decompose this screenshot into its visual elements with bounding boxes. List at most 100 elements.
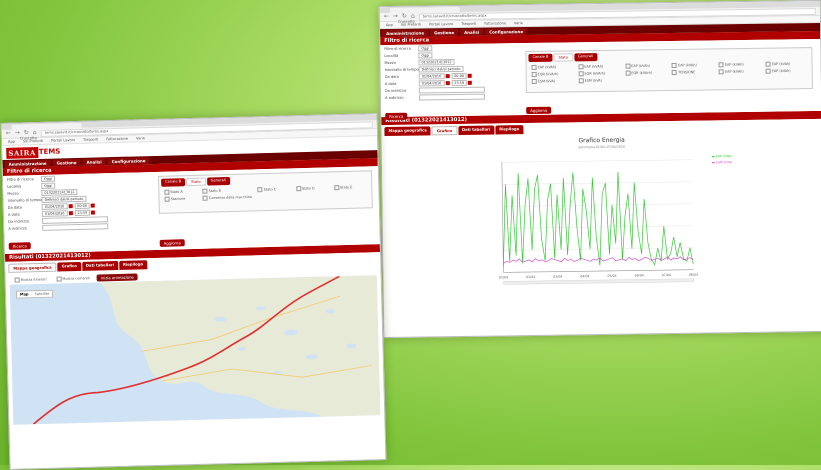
form-field-input[interactable]: 01/04/2016 (418, 72, 445, 80)
bookmark-item[interactable]: Portali Lavoro (51, 138, 75, 143)
channel-checkbox[interactable]: Stato B (203, 187, 252, 193)
form-field-label: Filtro di ricerca (6, 176, 34, 182)
bookmark-item[interactable]: Fatturazione (106, 137, 128, 142)
channel-checkbox[interactable]: Stato C (258, 186, 290, 192)
channel-checkbox[interactable]: Stato D (296, 185, 328, 191)
form-field-input[interactable]: Definisci dal/al periodo (418, 65, 464, 73)
clock-icon[interactable] (467, 73, 473, 78)
panel-tab[interactable]: Canale B (161, 178, 186, 187)
channel-checkbox[interactable]: ESM (kVA) (532, 78, 573, 84)
calendar-icon[interactable] (445, 80, 450, 85)
channel-checkbox[interactable]: Stato A (164, 189, 196, 195)
channel-checkbox[interactable]: EAP (kVAh) (625, 63, 666, 69)
panel-tab[interactable]: Canale B (528, 53, 553, 63)
form-field-label: Località (7, 183, 22, 189)
update-button[interactable]: Aggiorna (159, 239, 185, 247)
chart-area: Grafico Energia Settimana 01/04–07/04/20… (381, 131, 821, 299)
form-field-input[interactable]: Oggi (418, 44, 433, 52)
menu-item-configurazione[interactable]: Configurazione (107, 157, 150, 166)
form-field-input[interactable]: Oggi (41, 182, 56, 189)
result-tab[interactable]: Mappa geografica (384, 126, 431, 137)
search-button[interactable]: Ricerca (385, 112, 408, 121)
result-tab[interactable]: Dati tabellari (81, 260, 119, 271)
menu-item-analisi[interactable]: Analisi (82, 158, 106, 166)
result-tab[interactable]: Grafico (431, 126, 458, 136)
channel-checkbox[interactable]: EAP (kVAh) (719, 62, 760, 68)
panel-tab[interactable]: Generali (206, 177, 230, 186)
channel-checkbox[interactable]: EAP (kVAh) (766, 61, 807, 67)
channel-checkbox[interactable]: EQR (kVArh) (625, 70, 666, 76)
bookmark-item[interactable]: Trasporti (461, 22, 476, 26)
show-commands-checkbox[interactable]: Mostra comandi (56, 275, 89, 281)
channel-checkbox[interactable]: Stato E (334, 184, 366, 190)
form-field-input[interactable]: 01/04/2016 (41, 202, 68, 210)
clock-icon[interactable] (91, 210, 96, 215)
channel-checkbox[interactable]: EQR (kVArh) (578, 71, 619, 77)
form-field-input[interactable]: 01/04/2016 (418, 79, 445, 87)
channel-checkbox[interactable]: EAP (kVAh) (672, 62, 713, 68)
form-field-input[interactable]: Oggi (40, 175, 55, 182)
time-field-input[interactable]: 23:59 (74, 209, 91, 216)
clock-icon[interactable] (90, 203, 96, 208)
geographic-map[interactable]: Map Satellite (9, 275, 381, 425)
browser-tab[interactable]: Cruscotto (389, 6, 460, 24)
channel-checkbox[interactable]: EQR (kVArh) (532, 71, 573, 77)
bookmark-item[interactable]: Portali Lavoro (429, 22, 453, 26)
channel-checkbox[interactable]: Stazione (165, 196, 197, 202)
show-routes-checkbox[interactable]: Mostra itinerari (15, 276, 47, 282)
back-arrow-icon[interactable]: ← (6, 130, 11, 138)
calendar-icon[interactable] (68, 210, 73, 215)
menu-item-gestione[interactable]: Gestione (52, 158, 81, 167)
start-animation-button[interactable]: Inizia animazione (96, 272, 138, 282)
back-screenshot-window: Cruscotto ← → ↻ ⌂ tems.saravit.it/crusco… (378, 0, 821, 339)
form-field-label: Mezzo (7, 191, 19, 196)
channel-checkbox[interactable]: Consenso dalla macchina (203, 194, 252, 200)
menu-item-gestione[interactable]: Gestione (430, 28, 459, 37)
map-type-satellite[interactable]: Satellite (32, 291, 53, 298)
legend-item-series-2[interactable]: ▬ ESM (kVA) (712, 159, 733, 165)
form-field-input[interactable]: 01322021413012 (41, 188, 78, 196)
panel-tab[interactable]: Stato (553, 53, 574, 62)
result-tab[interactable]: Dati tabellari (457, 125, 495, 136)
map-canvas[interactable] (9, 275, 381, 425)
bookmark-item[interactable]: Varie (136, 136, 145, 140)
x-tick-label: 03/04 (553, 275, 562, 279)
panel-tab[interactable]: Generali (573, 53, 598, 62)
bookmark-item[interactable]: Varie (514, 21, 523, 25)
panel-tab[interactable]: Stato (186, 177, 206, 187)
update-button[interactable]: Aggiorna (526, 106, 552, 115)
channel-checkbox[interactable]: EAP (kVAh) (766, 68, 807, 74)
filter-form: Filtro di ricerca Oggi Località Oggi Mezzo 01… (380, 38, 821, 121)
result-tab[interactable]: Grafico (57, 261, 82, 272)
search-button[interactable]: Ricerca (8, 242, 31, 250)
map-type-map[interactable]: Map (17, 291, 32, 297)
form-field-input[interactable]: Oggi (418, 51, 433, 59)
channel-checkbox[interactable]: EAP (kVAh) (532, 64, 573, 70)
result-tab[interactable]: Riepilogo (495, 125, 524, 135)
time-field-input[interactable]: 00:00 (74, 202, 91, 209)
result-tab[interactable]: Mappa geografica (8, 262, 57, 273)
form-field-input[interactable] (418, 93, 486, 101)
form-field-input[interactable]: Definisci dal/al periodo (41, 195, 87, 203)
calendar-icon[interactable] (445, 73, 450, 78)
x-tick-label: 08/04 (689, 273, 698, 277)
channel-checkbox[interactable]: ESM (kVA) (579, 78, 620, 84)
form-field-input[interactable] (418, 86, 485, 94)
back-arrow-icon[interactable]: ← (384, 13, 389, 21)
channel-checkbox[interactable]: EAP (kVAh) (719, 69, 760, 75)
x-tick-label: 04/04 (580, 274, 589, 278)
clock-icon[interactable] (468, 80, 473, 85)
channel-checkbox[interactable]: EAP (kVAh) (578, 64, 619, 70)
form-field-input[interactable] (42, 222, 109, 231)
result-tab[interactable]: Riepilogo (118, 260, 148, 270)
time-field-input[interactable]: 00:00 (451, 72, 468, 79)
time-field-input[interactable]: 23:59 (451, 79, 468, 86)
menu-item-analisi[interactable]: Analisi (459, 28, 484, 36)
calendar-icon[interactable] (68, 203, 73, 208)
form-field-input[interactable]: 01322021413012 (418, 58, 455, 66)
channel-checkbox[interactable]: TENSIONE (672, 69, 713, 75)
menu-item-configurazione[interactable]: Configurazione (485, 28, 528, 36)
bookmark-item[interactable]: Trasporti (83, 137, 98, 141)
form-field-input[interactable]: 01/04/2016 (41, 209, 68, 217)
bookmark-item[interactable]: Fatturazione (484, 21, 506, 25)
